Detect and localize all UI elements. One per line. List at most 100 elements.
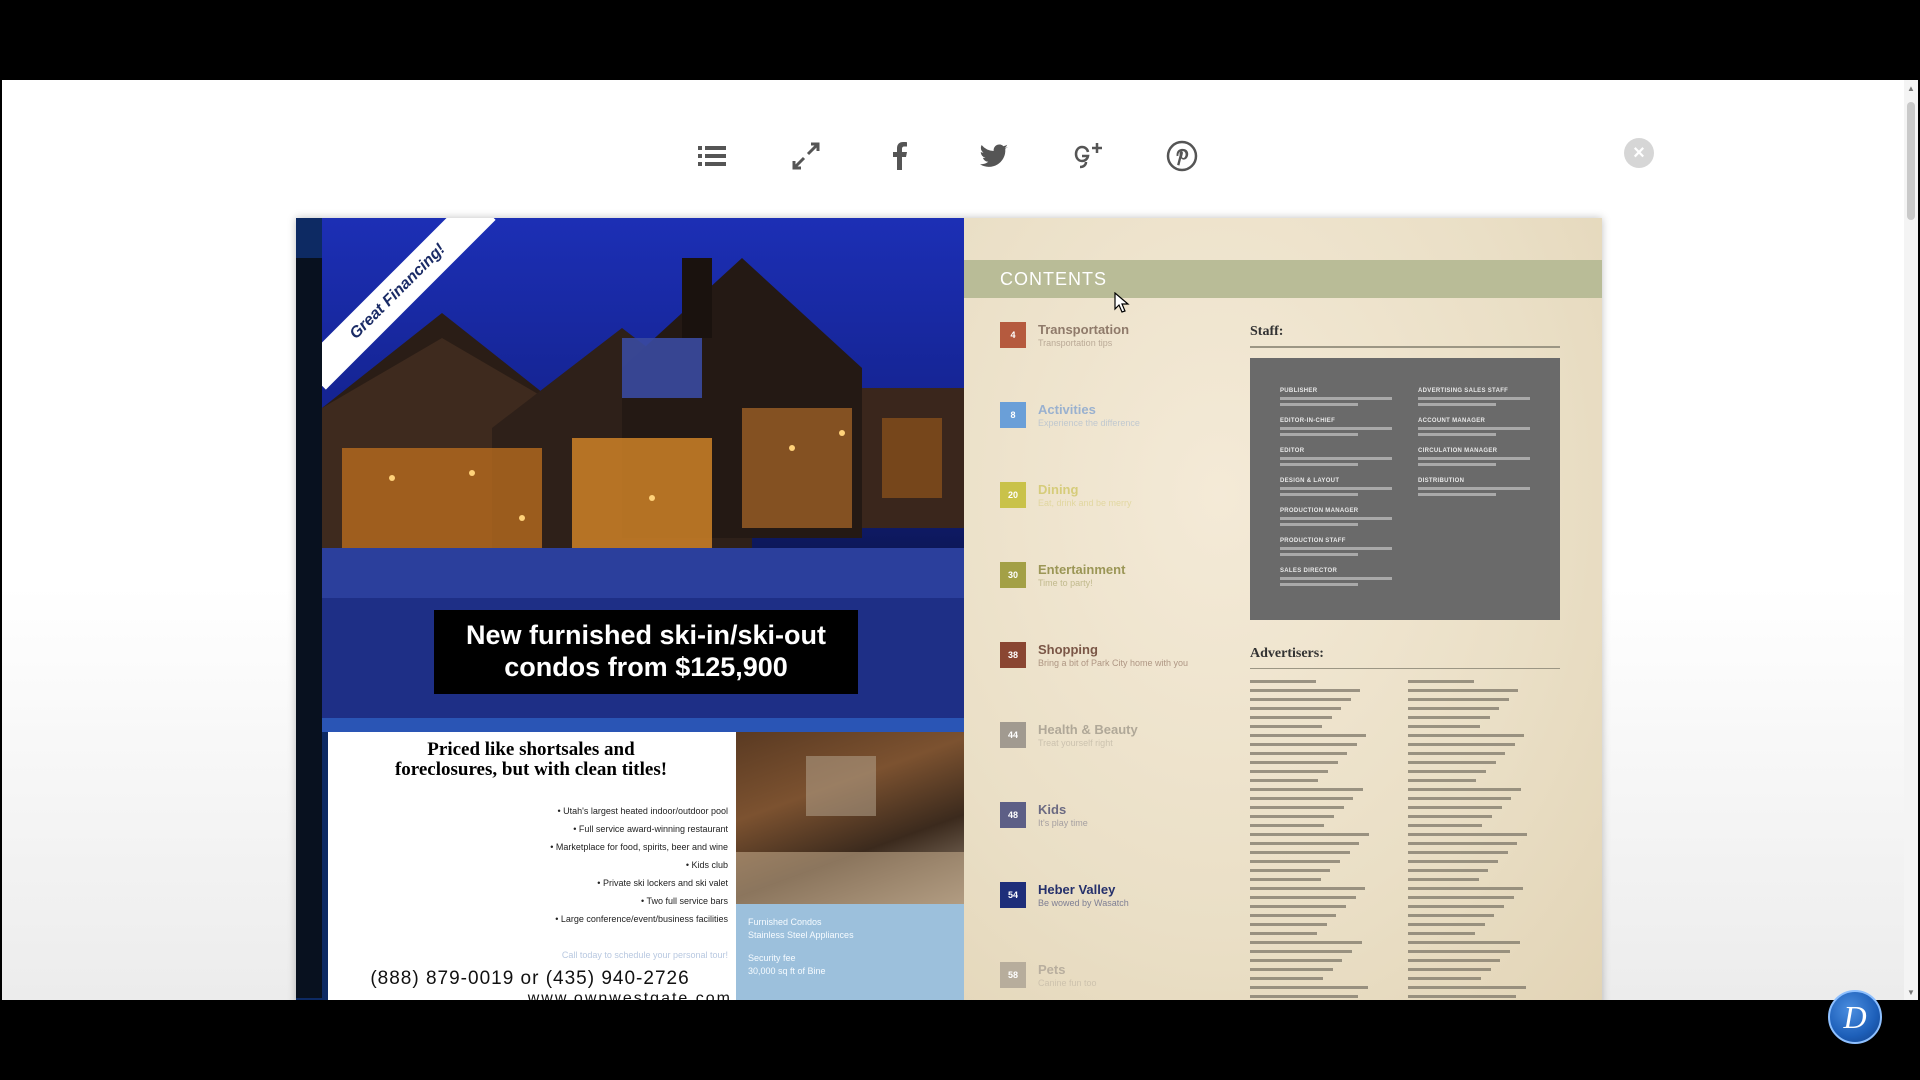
advertiser-entry [1408,941,1520,944]
toc-item[interactable]: 48 Kids It's play time [1000,802,1260,842]
toc-subtitle: Be wowed by Wasatch [1038,898,1129,908]
advertiser-entry [1250,824,1325,827]
advertiser-entry [1250,941,1362,944]
amenities-list: • Utah's largest heated indoor/outdoor p… [368,802,728,928]
toc-item[interactable]: 54 Heber Valley Be wowed by Wasatch [1000,882,1260,922]
contents-page: CONTENTS 4 Transportation Transportation t… [964,218,1602,1000]
staff-name-text [1418,427,1530,430]
ad-website: www.ownwestgate.com [527,990,732,1000]
info-line: Security fee [748,953,796,963]
staff-name-text [1418,493,1496,496]
staff-entry: DESIGN & LAYOUT [1280,478,1410,496]
toc-title: Health & Beauty [1038,722,1138,737]
staff-column-left: PUBLISHER EDITOR-IN-CHIEF EDITOR DESIGN & L… [1280,388,1410,598]
advertiser-entry [1250,725,1322,728]
toc-item[interactable]: 20 Dining Eat, drink and be merry [1000,482,1260,522]
staff-role: DESIGN & LAYOUT [1280,478,1340,484]
table-of-contents-icon[interactable] [692,136,732,176]
advertiser-entry [1250,698,1351,701]
advertiser-entry [1408,869,1489,872]
amenity-item: • Kids club [685,860,728,870]
viewer-toolbar [692,128,1202,184]
info-line: Furnished Condos [748,917,822,927]
close-button[interactable]: × [1624,138,1654,168]
advertiser-entry [1250,932,1318,935]
advertiser-entry [1408,878,1479,881]
advertiser-entry [1250,752,1348,755]
advertiser-entry [1250,860,1340,863]
staff-role: PUBLISHER [1280,388,1318,394]
staff-name-text [1280,403,1358,406]
advertiser-entry [1250,716,1332,719]
toc-page-number: 58 [1000,962,1026,988]
toc-item[interactable]: 44 Health & Beauty Treat yourself right [1000,722,1260,762]
tagline-line-2: foreclosures, but with clean titles! [394,759,668,780]
advertiser-entry [1250,968,1333,971]
toc-subtitle: Canine fun too [1038,978,1097,988]
lodge-photo: Great Financing! New furnished ski-in/sk… [322,218,964,728]
staff-role: PRODUCTION STAFF [1280,538,1346,544]
advertiser-entry [1250,977,1324,980]
pinterest-icon[interactable] [1162,136,1202,176]
advertiser-entry [1250,833,1369,836]
magazine-spread[interactable]: Great Financing! New furnished ski-in/sk… [296,218,1602,1000]
advertiser-entry [1408,779,1477,782]
staff-name-text [1280,427,1392,430]
toc-page-number: 8 [1000,402,1026,428]
staff-name-text [1280,553,1358,556]
staff-entry: CIRCULATION MANAGER [1418,448,1548,466]
toc-page-number: 44 [1000,722,1026,748]
toc-page-number: 48 [1000,802,1026,828]
advertiser-entry [1250,815,1334,818]
toc-item[interactable]: 38 Shopping Bring a bit of Park City home … [1000,642,1260,682]
staff-role: EDITOR [1280,448,1305,454]
scroll-down-icon[interactable]: ▼ [1906,988,1916,998]
staff-role: ACCOUNT MANAGER [1418,418,1486,424]
staff-entry: PRODUCTION MANAGER [1280,508,1410,526]
staff-entry: PRODUCTION STAFF [1280,538,1410,556]
advertiser-entry [1408,824,1483,827]
ad-tagline: Priced like shortsales and foreclosures,… [328,740,734,780]
toc-item[interactable]: 58 Pets Canine fun too [1000,962,1260,1000]
staff-name-text [1280,577,1392,580]
staff-name-text [1418,397,1530,400]
ad-call-to-action: Call today to schedule your personal tou… [561,950,728,960]
advertiser-entry [1250,779,1319,782]
advertiser-entry [1250,761,1338,764]
staff-name-text [1418,463,1496,466]
toc-title: Pets [1038,962,1066,977]
vertical-scrollbar[interactable]: ▲ ▼ [1904,80,1918,1000]
advertiser-entry [1408,743,1515,746]
toc-title: Dining [1038,482,1079,497]
ad-headline: New furnished ski-in/ski-out condos from… [434,610,858,694]
advertiser-entry [1250,914,1337,917]
staff-name-text [1418,403,1496,406]
advertiser-entry [1250,869,1331,872]
toc-subtitle: Experience the difference [1038,418,1140,428]
advertiser-entry [1408,851,1508,854]
twitter-icon[interactable] [974,136,1014,176]
amenity-item: • Full service award-winning restaurant [573,824,728,834]
info-line: 30,000 sq ft of Bine [748,966,826,976]
advertiser-entry [1408,752,1506,755]
scroll-up-icon[interactable]: ▲ [1906,84,1916,94]
advertiser-entry [1408,815,1492,818]
toc-item[interactable]: 8 Activities Experience the difference [1000,402,1260,442]
advertiser-entry [1408,923,1485,926]
toc-item[interactable]: 30 Entertainment Time to party! [1000,562,1260,602]
staff-name-text [1418,433,1496,436]
fullscreen-icon[interactable] [786,136,826,176]
staff-role: EDITOR-IN-CHIEF [1280,418,1336,424]
google-plus-icon[interactable] [1068,136,1108,176]
facebook-icon[interactable] [880,136,920,176]
headline-line-1: New furnished ski-in/ski-out [465,620,827,650]
advertiser-entry [1250,788,1363,791]
staff-entry: EDITOR [1280,448,1410,466]
advertiser-entry [1408,788,1521,791]
advertiser-entry [1250,743,1357,746]
amenity-item: • Marketplace for food, spirits, beer an… [550,842,728,852]
advertiser-entry [1408,995,1516,998]
toc-item[interactable]: 4 Transportation Transportation tips [1000,322,1260,362]
staff-entry: DISTRIBUTION [1418,478,1548,496]
scrollbar-thumb[interactable] [1907,102,1915,220]
